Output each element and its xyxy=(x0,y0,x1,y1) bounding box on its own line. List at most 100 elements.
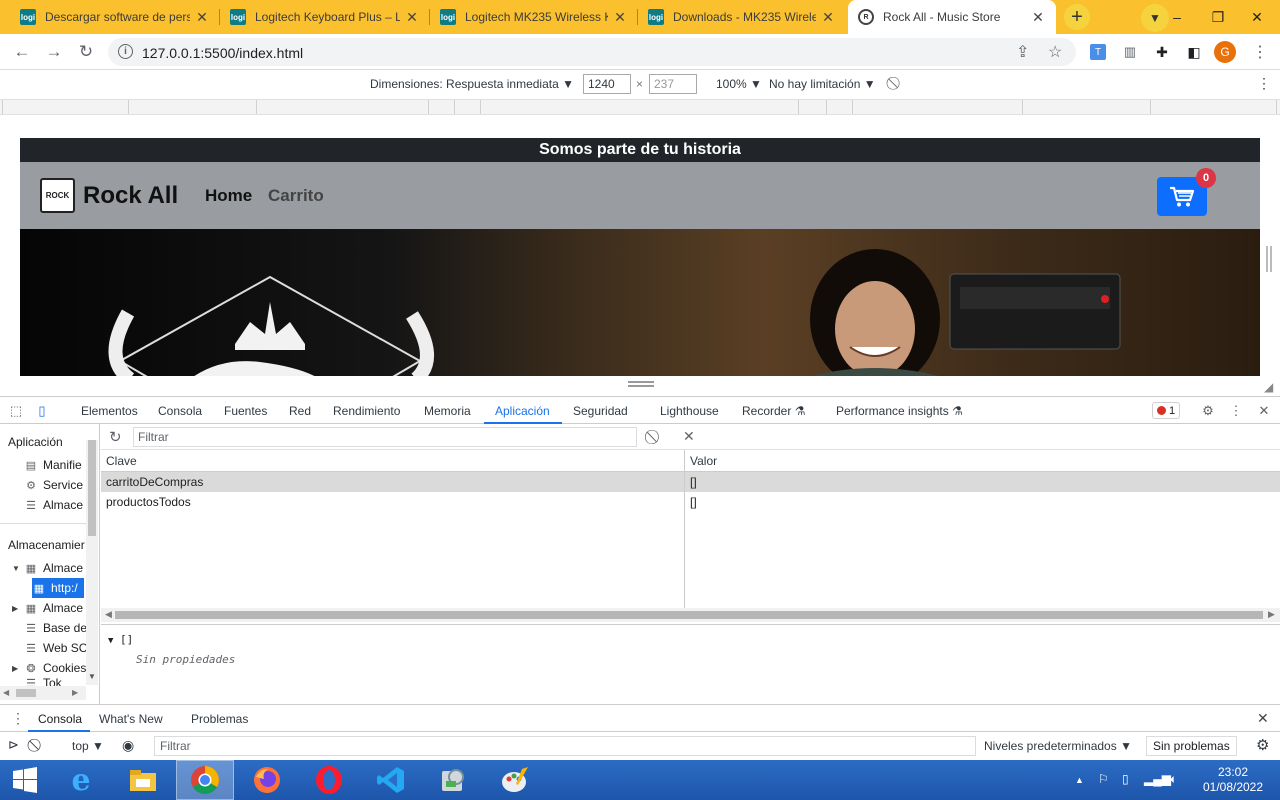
cell-value[interactable]: [] xyxy=(690,475,697,489)
tab-consola[interactable]: Consola xyxy=(158,404,202,418)
storage-filter-input[interactable]: Filtrar xyxy=(133,427,637,447)
close-drawer-icon[interactable]: ✕ xyxy=(1257,710,1269,727)
width-input[interactable]: 1240 xyxy=(583,74,631,94)
sidebar-item-localhost-origin[interactable]: ▦ http:/ xyxy=(32,578,84,598)
scroll-left-icon[interactable]: ◀ xyxy=(105,609,112,620)
browser-tab[interactable]: logi Logitech MK235 Wireless K ✕ xyxy=(430,0,638,34)
tab-seguridad[interactable]: Seguridad xyxy=(573,404,628,418)
table-hscroll[interactable]: ◀ ▶ xyxy=(101,608,1280,622)
delete-selected-icon[interactable]: ✕ xyxy=(683,428,695,445)
extension-icon[interactable]: ▥ xyxy=(1122,44,1138,60)
device-toolbar-toggle-icon[interactable]: ▯ xyxy=(33,402,51,420)
dimensions-select[interactable]: Dimensiones: Respuesta inmediata ▼ xyxy=(370,77,574,91)
close-icon[interactable]: ✕ xyxy=(820,9,836,26)
new-tab-button[interactable]: + xyxy=(1064,4,1090,30)
live-expression-eye-icon[interactable]: ◉ xyxy=(122,737,134,754)
side-panel-icon[interactable]: ◧ xyxy=(1186,44,1202,60)
network-error-icon[interactable]: ⚐ xyxy=(1098,772,1109,786)
browser-tab-active[interactable]: R Rock All - Music Store ✕ xyxy=(848,0,1056,34)
expand-triangle-icon[interactable]: ▼ xyxy=(108,636,113,646)
brand-name[interactable]: Rock All xyxy=(83,182,178,210)
throttle-select[interactable]: No hay limitación ▼ xyxy=(769,77,876,91)
browser-tab[interactable]: logi Descargar software de pers ✕ xyxy=(10,0,220,34)
nav-link-carrito[interactable]: Carrito xyxy=(268,186,324,206)
sidebar-vscroll[interactable]: ▼ xyxy=(86,440,98,685)
expand-triangle-icon[interactable]: ▼ xyxy=(12,564,20,573)
cell-value[interactable]: [] xyxy=(690,495,697,509)
drawer-tab-whats-new[interactable]: What's New xyxy=(99,712,163,726)
log-levels-select[interactable]: Niveles predeterminados ▼ xyxy=(984,739,1132,753)
start-button[interactable] xyxy=(0,760,50,800)
system-clock[interactable]: 23:02 01/08/2022 xyxy=(1196,765,1270,795)
error-count-badge[interactable]: 1 xyxy=(1152,402,1181,419)
close-window-button[interactable]: ✕ xyxy=(1234,0,1280,34)
collapse-triangle-icon[interactable]: ▶ xyxy=(12,664,18,673)
scroll-thumb[interactable] xyxy=(88,440,96,536)
url-text[interactable]: 127.0.0.1:5500/index.html xyxy=(142,45,303,61)
show-hidden-icons-icon[interactable]: ▲ xyxy=(1075,775,1084,785)
cell-key[interactable]: productosTodos xyxy=(106,495,191,509)
nav-link-home[interactable]: Home xyxy=(205,186,252,206)
browser-tab[interactable]: logi Logitech Keyboard Plus – Lo ✕ xyxy=(220,0,430,34)
menu-kebab-icon[interactable]: ⋮ xyxy=(1246,38,1274,66)
reload-button[interactable]: ↻ xyxy=(72,38,100,66)
console-settings-gear-icon[interactable]: ⚙ xyxy=(1256,736,1269,754)
close-devtools-icon[interactable]: ✕ xyxy=(1255,402,1273,420)
close-icon[interactable]: ✕ xyxy=(1030,9,1046,26)
tab-rendimiento[interactable]: Rendimiento xyxy=(333,404,400,418)
tab-red[interactable]: Red xyxy=(289,404,311,418)
sidebar-hscroll[interactable]: ◀ ▶ xyxy=(0,686,86,700)
close-icon[interactable]: ✕ xyxy=(194,9,210,26)
viewport-scroll-handle[interactable] xyxy=(1266,246,1272,272)
rock-all-logo[interactable]: ROCK xyxy=(40,178,75,213)
taskbar-app[interactable] xyxy=(300,760,358,800)
device-icon[interactable]: ▯ xyxy=(1122,772,1129,786)
close-icon[interactable]: ✕ xyxy=(612,9,628,26)
tab-elementos[interactable]: Elementos xyxy=(81,404,138,418)
sidebar-toggle-icon[interactable]: ⊳ xyxy=(8,737,19,753)
tab-lighthouse[interactable]: Lighthouse xyxy=(660,404,719,418)
address-bar[interactable]: i 127.0.0.1:5500/index.html ⇪ ☆ xyxy=(108,38,1076,66)
drawer-tab-consola[interactable]: Consola xyxy=(38,712,82,726)
scroll-thumb[interactable] xyxy=(115,611,1263,619)
tab-performance-insights[interactable]: Performance insights ⚗ xyxy=(836,404,963,418)
share-icon[interactable]: ⇪ xyxy=(1016,42,1029,62)
settings-gear-icon[interactable]: ⚙ xyxy=(1199,402,1217,420)
signal-icon[interactable]: ▂▄▆ xyxy=(1144,772,1171,786)
corner-resize-icon[interactable]: ◢ xyxy=(1264,380,1273,394)
column-header-value[interactable]: Valor xyxy=(690,454,717,468)
taskbar-app[interactable] xyxy=(362,760,420,800)
translate-extension-icon[interactable]: T xyxy=(1090,44,1106,60)
back-button[interactable]: ← xyxy=(8,38,36,66)
preview-root[interactable]: ▼ [] xyxy=(108,633,133,646)
taskbar-app[interactable] xyxy=(114,760,172,800)
context-select[interactable]: top ▼ xyxy=(72,739,104,753)
puzzle-extensions-icon[interactable]: ✚ xyxy=(1154,44,1170,60)
close-icon[interactable]: ✕ xyxy=(404,9,420,26)
cell-key[interactable]: carritoDeCompras xyxy=(106,475,203,489)
taskbar-app-active[interactable] xyxy=(176,760,234,800)
tab-aplicacion[interactable]: Aplicación xyxy=(495,404,550,418)
drawer-tab-problemas[interactable]: Problemas xyxy=(191,712,248,726)
minimize-button[interactable]: – xyxy=(1154,0,1200,34)
profile-avatar[interactable]: G xyxy=(1214,41,1236,63)
console-filter-input[interactable]: Filtrar xyxy=(154,736,976,756)
taskbar-app[interactable] xyxy=(424,760,482,800)
refresh-icon[interactable]: ↻ xyxy=(109,428,122,446)
zoom-select[interactable]: 100% ▼ xyxy=(716,77,762,91)
tab-memoria[interactable]: Memoria xyxy=(424,404,471,418)
table-row[interactable]: carritoDeCompras [] xyxy=(101,472,1280,492)
viewport-resize-handle[interactable] xyxy=(628,381,654,387)
forward-button[interactable]: → xyxy=(40,38,68,66)
taskbar-app[interactable] xyxy=(486,760,544,800)
height-input[interactable]: 237 xyxy=(649,74,697,94)
taskbar-app[interactable] xyxy=(238,760,296,800)
inspect-element-icon[interactable]: ⬚ xyxy=(7,402,25,420)
collapse-triangle-icon[interactable]: ▶ xyxy=(12,604,18,613)
bookmark-star-icon[interactable]: ☆ xyxy=(1048,42,1062,62)
scroll-right-icon[interactable]: ▶ xyxy=(1268,609,1275,620)
volume-icon[interactable]: 🔈︎ xyxy=(1170,772,1177,787)
devtools-menu-icon[interactable]: ⋮ xyxy=(1227,402,1245,420)
issues-button[interactable]: Sin problemas xyxy=(1146,736,1237,756)
column-header-key[interactable]: Clave xyxy=(106,454,137,468)
